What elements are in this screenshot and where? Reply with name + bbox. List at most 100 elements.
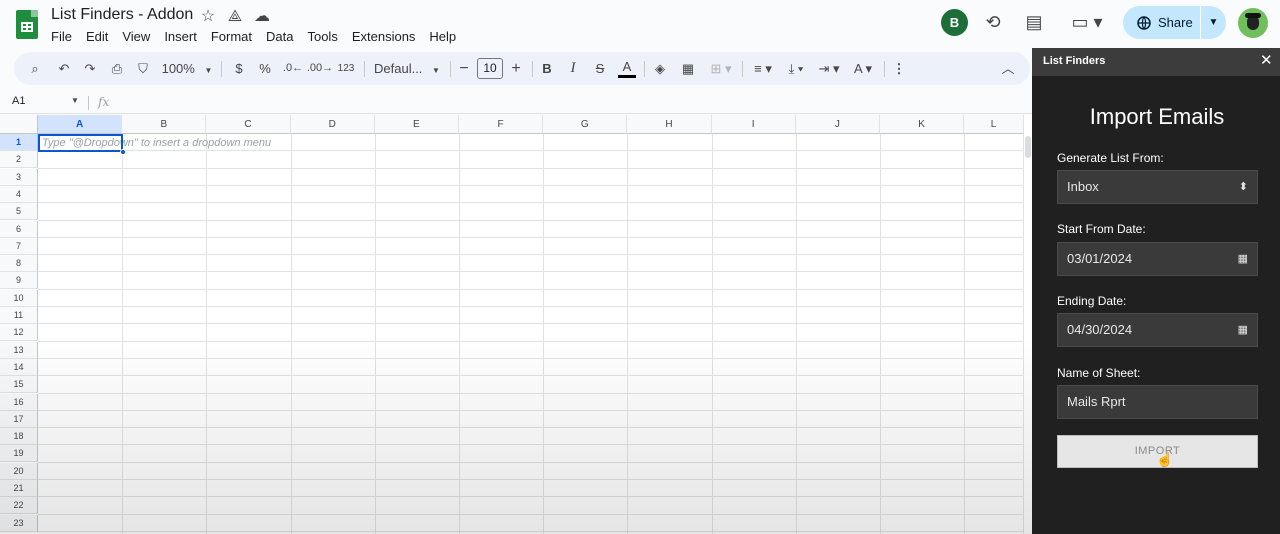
scrollbar-thumb[interactable] — [1025, 136, 1031, 158]
row-header-8[interactable]: 8 — [0, 255, 38, 273]
row-header-11[interactable]: 11 — [0, 307, 38, 324]
decrease-font-size-icon[interactable]: − — [456, 52, 472, 85]
column-header-b[interactable]: B — [122, 115, 207, 134]
row-header-15[interactable]: 15 — [0, 376, 38, 394]
row-header-2[interactable]: 2 — [0, 151, 38, 169]
meet-icon[interactable]: ▭ ▾ — [1068, 10, 1106, 34]
menu-insert[interactable]: Insert — [157, 27, 204, 46]
column-header-k[interactable]: K — [880, 115, 965, 134]
start-date-input[interactable]: 03/01/2024 ▦ — [1057, 242, 1258, 276]
row-header-18[interactable]: 18 — [0, 428, 38, 446]
menu-format[interactable]: Format — [204, 27, 259, 46]
collapse-toolbar-icon[interactable]: ︿ — [998, 52, 1018, 85]
bold-button[interactable]: B — [539, 52, 555, 85]
name-box-dropdown-icon[interactable]: ▼ — [71, 96, 79, 105]
paint-format-icon[interactable]: ⛉ — [132, 52, 154, 85]
row-header-19[interactable]: 19 — [0, 445, 38, 463]
sheets-logo-icon[interactable] — [16, 10, 38, 39]
percent-format-button[interactable]: % — [256, 52, 274, 85]
increase-font-size-icon[interactable]: + — [508, 52, 524, 85]
move-to-drive-icon[interactable]: ⟁ — [226, 8, 244, 26]
star-icon[interactable]: ☆ — [199, 8, 217, 26]
menu-view[interactable]: View — [115, 27, 157, 46]
document-title[interactable]: List Finders - Addon — [51, 6, 193, 24]
menu-help[interactable]: Help — [422, 27, 463, 46]
row-header-3[interactable]: 3 — [0, 168, 38, 186]
close-icon[interactable]: ✕ — [1260, 53, 1273, 69]
row-header-5[interactable]: 5 — [0, 203, 38, 221]
column-header-d[interactable]: D — [290, 115, 375, 134]
merge-cells-icon[interactable]: ⊞ ▾ — [705, 52, 737, 85]
text-rotation-icon[interactable]: A ▾ — [848, 52, 878, 85]
fill-color-icon[interactable]: ◈ — [651, 52, 669, 85]
version-history-icon[interactable]: ⟲ — [981, 10, 1005, 34]
row-header-22[interactable]: 22 — [0, 497, 38, 515]
column-header-e[interactable]: E — [374, 115, 459, 134]
more-options-icon[interactable]: ⋮ — [890, 52, 908, 85]
column-header-c[interactable]: C — [206, 115, 291, 134]
column-header-h[interactable]: H — [627, 115, 712, 134]
italic-button[interactable]: I — [565, 52, 581, 85]
horizontal-align-icon[interactable]: ≡ ▾ — [748, 52, 778, 85]
calendar-icon[interactable]: ▦ — [1238, 314, 1248, 346]
undo-icon[interactable]: ↶ — [54, 52, 74, 85]
column-header-f[interactable]: F — [459, 115, 544, 134]
strikethrough-button[interactable]: S — [592, 52, 608, 85]
search-menus-icon[interactable]: ⌕ — [24, 52, 46, 85]
row-header-17[interactable]: 17 — [0, 410, 38, 428]
borders-icon[interactable]: ▦ — [679, 52, 697, 85]
decrease-decimal-button[interactable]: .0← — [280, 52, 306, 85]
end-date-input[interactable]: 04/30/2024 ▦ — [1057, 313, 1258, 347]
share-main-button[interactable]: Share — [1123, 6, 1200, 39]
active-cell-a1[interactable] — [38, 134, 123, 152]
print-icon[interactable]: ⎙ — [106, 52, 128, 85]
row-header-9[interactable]: 9 — [0, 272, 38, 290]
vertical-scrollbar[interactable] — [1023, 134, 1032, 534]
font-select[interactable]: Defaul... ▼ — [374, 52, 442, 85]
row-header-10[interactable]: 10 — [0, 289, 38, 307]
column-header-a[interactable]: A — [38, 115, 123, 134]
currency-format-button[interactable]: $ — [230, 52, 248, 85]
menu-data[interactable]: Data — [259, 27, 300, 46]
row-header-7[interactable]: 7 — [0, 237, 38, 255]
user-avatar[interactable] — [1238, 8, 1268, 38]
column-header-j[interactable]: J — [795, 115, 880, 134]
menu-tools[interactable]: Tools — [300, 27, 344, 46]
grid-row-line — [38, 254, 1024, 256]
column-header-i[interactable]: I — [711, 115, 796, 134]
more-formats-button[interactable]: 123 — [335, 52, 357, 85]
menu-edit[interactable]: Edit — [79, 27, 115, 46]
generate-list-select[interactable]: Inbox ⬍ — [1057, 170, 1258, 204]
text-wrapping-icon[interactable]: ⇥ ▾ — [814, 52, 844, 85]
column-header-g[interactable]: G — [543, 115, 628, 134]
share-dropdown-icon[interactable]: ▼ — [1200, 6, 1226, 39]
row-header-6[interactable]: 6 — [0, 220, 38, 238]
column-header-l[interactable]: L — [964, 115, 1024, 134]
select-all-corner[interactable] — [0, 115, 38, 134]
name-box[interactable]: A1 — [12, 95, 25, 107]
font-size-input[interactable]: 10 — [477, 58, 503, 79]
row-header-14[interactable]: 14 — [0, 358, 38, 376]
row-header-4[interactable]: 4 — [0, 185, 38, 203]
text-color-button[interactable]: A — [618, 52, 636, 85]
collaborator-avatar[interactable]: B — [941, 9, 968, 36]
row-header-23[interactable]: 23 — [0, 514, 38, 532]
zoom-select[interactable]: 100% ▼ — [160, 52, 214, 85]
redo-icon[interactable]: ↷ — [80, 52, 100, 85]
row-header-16[interactable]: 16 — [0, 393, 38, 411]
calendar-icon[interactable]: ▦ — [1238, 243, 1248, 275]
menu-extensions[interactable]: Extensions — [345, 27, 423, 46]
vertical-align-icon[interactable]: ⤓ ▾ — [782, 52, 810, 85]
comments-icon[interactable]: ▤ — [1022, 10, 1046, 34]
cloud-saved-icon[interactable]: ☁ — [253, 8, 271, 26]
fill-handle[interactable] — [120, 149, 126, 155]
row-header-12[interactable]: 12 — [0, 324, 38, 342]
row-header-13[interactable]: 13 — [0, 341, 38, 359]
row-header-20[interactable]: 20 — [0, 462, 38, 480]
increase-decimal-button[interactable]: .00→ — [306, 52, 334, 85]
row-header-1[interactable]: 1 — [0, 134, 38, 151]
sheet-name-input[interactable]: Mails Rprt — [1057, 385, 1258, 419]
menu-file[interactable]: File — [44, 27, 79, 46]
row-header-21[interactable]: 21 — [0, 480, 38, 497]
spreadsheet-grid[interactable]: ABCDEFGHIJKL 1 2 3 4 5 6 7 8 9 10 11 12 13 14 15 16 17 18… — [0, 115, 1032, 534]
